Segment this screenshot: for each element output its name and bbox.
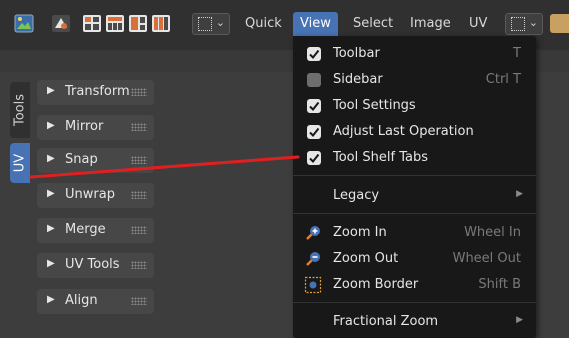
shortcut-label: Wheel In: [464, 225, 521, 240]
menu-item-label: Zoom Out: [333, 251, 399, 266]
view-grid-icon-1[interactable]: [82, 14, 102, 33]
menu-item-label: Zoom Border: [333, 277, 419, 292]
tab-tools-label: Tools: [12, 93, 28, 127]
panel-label: Unwrap: [65, 187, 115, 202]
menu-item-label: Toolbar: [333, 46, 380, 61]
chevron-down-icon: ⌄: [215, 16, 225, 29]
expand-arrow-icon: ▶: [47, 120, 55, 131]
shortcut-label: Ctrl T: [485, 72, 521, 87]
chevron-down-icon: ⌄: [528, 16, 538, 29]
expand-arrow-icon: ▶: [47, 258, 55, 269]
panel-unwrap[interactable]: ▶ Unwrap: [37, 183, 154, 208]
menu-item-label: Fractional Zoom: [333, 314, 439, 329]
shortcut-label: Shift B: [478, 277, 521, 292]
expand-arrow-icon: ▶: [47, 188, 55, 199]
expand-arrow-icon: ▶: [47, 294, 55, 305]
panel-label: UV Tools: [65, 257, 120, 272]
expand-arrow-icon: ▶: [47, 223, 55, 234]
expand-arrow-icon: ▶: [47, 153, 55, 164]
panel-uv-tools[interactable]: ▶ UV Tools: [37, 253, 154, 278]
menu-item-zoom-out[interactable]: Zoom Out Wheel Out: [293, 246, 536, 272]
shortcut-label: T: [513, 46, 521, 61]
menu-separator: [293, 175, 536, 176]
view-grid-icon-4[interactable]: [151, 14, 171, 33]
drag-grip-icon[interactable]: [131, 88, 147, 96]
drag-grip-icon[interactable]: [131, 156, 147, 164]
panel-label: Merge: [65, 222, 106, 237]
menu-item-toolbar[interactable]: Toolbar T: [293, 41, 536, 67]
menu-select[interactable]: Select: [346, 12, 400, 36]
drag-grip-icon[interactable]: [131, 191, 147, 199]
expand-arrow-icon: ▶: [47, 85, 55, 96]
shortcut-label: Wheel Out: [452, 251, 521, 266]
menu-quick[interactable]: Quick: [238, 12, 289, 36]
menu-item-fractional-zoom[interactable]: Fractional Zoom ▶: [293, 309, 536, 335]
panel-mirror[interactable]: ▶ Mirror: [37, 115, 154, 140]
view-menu: Toolbar T Sidebar Ctrl T Tool Settings A…: [293, 36, 536, 338]
checkbox-checked-icon[interactable]: [307, 99, 321, 113]
image-editor-icon[interactable]: [14, 14, 34, 33]
menu-image[interactable]: Image: [403, 12, 458, 36]
menu-item-label: Tool Shelf Tabs: [333, 150, 428, 165]
menu-item-label: Tool Settings: [333, 98, 416, 113]
checkbox-checked-icon[interactable]: [307, 47, 321, 61]
drag-grip-icon[interactable]: [131, 297, 147, 305]
menu-view[interactable]: View: [293, 12, 338, 36]
view-grid-icon-3[interactable]: [128, 14, 148, 33]
view-grid-icon-2[interactable]: [105, 14, 125, 33]
menu-item-tool-shelf-tabs[interactable]: Tool Shelf Tabs: [293, 145, 536, 171]
panel-snap[interactable]: ▶ Snap: [37, 148, 154, 173]
zoom-out-icon: [304, 250, 322, 268]
tab-uv[interactable]: UV: [10, 143, 30, 183]
menu-item-tool-settings[interactable]: Tool Settings: [293, 93, 536, 119]
menu-item-zoom-in[interactable]: Zoom In Wheel In: [293, 220, 536, 246]
checkbox-checked-icon[interactable]: [307, 151, 321, 165]
pivot-icon: [511, 17, 525, 31]
menu-item-legacy[interactable]: Legacy ▶: [293, 183, 536, 209]
menu-item-label: Legacy: [333, 188, 380, 203]
menu-separator: [293, 213, 536, 214]
drag-grip-icon[interactable]: [131, 261, 147, 269]
menu-item-label: Zoom In: [333, 225, 387, 240]
panel-label: Transform: [65, 84, 130, 99]
panel-transform[interactable]: ▶ Transform: [37, 80, 154, 105]
menu-item-sidebar[interactable]: Sidebar Ctrl T: [293, 67, 536, 93]
mode-dropdown[interactable]: ⌄: [192, 13, 230, 35]
panel-align[interactable]: ▶ Align: [37, 289, 154, 314]
menu-item-adjust-last-operation[interactable]: Adjust Last Operation: [293, 119, 536, 145]
select-box-icon: [198, 17, 212, 31]
submenu-arrow-icon: ▶: [516, 315, 523, 325]
pivot-dropdown[interactable]: ⌄: [505, 13, 543, 35]
submenu-arrow-icon: ▶: [516, 189, 523, 199]
tool-icon[interactable]: [51, 14, 71, 33]
checkbox-checked-icon[interactable]: [307, 125, 321, 139]
drag-grip-icon[interactable]: [131, 123, 147, 131]
checkbox-unchecked-icon[interactable]: [307, 73, 321, 87]
panel-label: Align: [65, 293, 98, 308]
menu-item-label: Adjust Last Operation: [333, 124, 474, 139]
panel-label: Snap: [65, 152, 98, 167]
menu-uv[interactable]: UV: [462, 12, 494, 36]
menu-item-zoom-border[interactable]: Zoom Border Shift B: [293, 272, 536, 298]
tab-uv-label: UV: [12, 153, 28, 173]
menu-separator: [293, 302, 536, 303]
panel-label: Mirror: [65, 119, 104, 134]
zoom-in-icon: [304, 224, 322, 242]
snap-icon[interactable]: [550, 14, 569, 33]
menu-item-label: Sidebar: [333, 72, 383, 87]
zoom-border-icon: [304, 276, 322, 294]
drag-grip-icon[interactable]: [131, 226, 147, 234]
panel-merge[interactable]: ▶ Merge: [37, 218, 154, 243]
tab-tools[interactable]: Tools: [10, 82, 30, 138]
